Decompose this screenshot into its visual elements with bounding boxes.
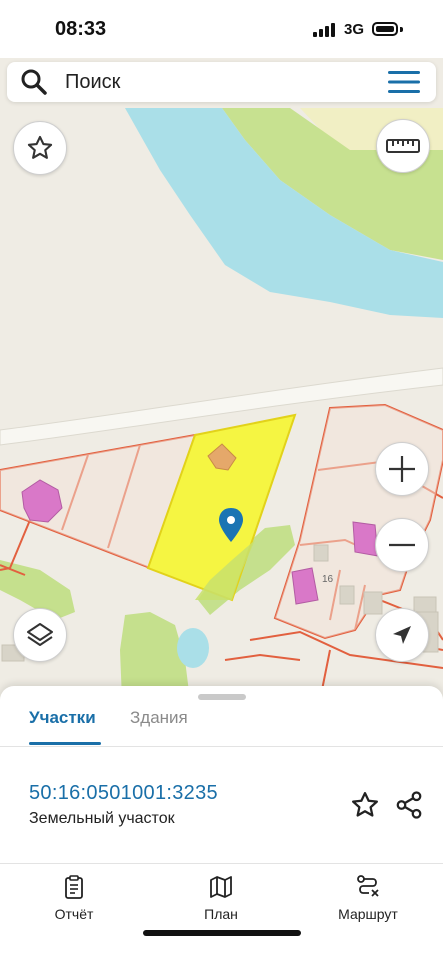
search-input[interactable]: Поиск	[65, 71, 120, 94]
home-indicator[interactable]	[143, 930, 301, 936]
plus-icon	[389, 456, 415, 482]
active-tab-indicator	[29, 742, 101, 745]
nav-report[interactable]: Отчёт	[14, 874, 134, 922]
layers-icon	[27, 623, 53, 646]
battery-icon	[372, 22, 398, 36]
status-bar: 08:33 3G	[0, 0, 443, 58]
location-arrow-icon	[393, 626, 411, 644]
favorites-button[interactable]	[13, 121, 67, 175]
report-icon	[65, 875, 83, 899]
nav-route[interactable]: Маршрут	[308, 874, 428, 922]
nav-route-label: Маршрут	[338, 906, 398, 922]
ruler-icon	[386, 139, 420, 153]
status-time: 08:33	[55, 18, 107, 40]
hamburger-menu-icon[interactable]	[387, 70, 421, 94]
nav-report-label: Отчёт	[54, 906, 94, 922]
minus-icon	[389, 543, 415, 547]
tab-buildings[interactable]: Здания	[130, 708, 188, 728]
search-bar[interactable]: Поиск	[7, 62, 436, 102]
zoom-out-button[interactable]	[375, 518, 429, 572]
my-location-button[interactable]	[375, 608, 429, 662]
house-number: 16	[322, 574, 334, 585]
route-icon	[357, 875, 379, 897]
parcel-bottom-sheet[interactable]: Участки Здания 50:16:0501001:3235 Земель…	[0, 686, 443, 960]
nav-plan-label: План	[204, 906, 238, 922]
network-type: 3G	[344, 21, 365, 38]
map-icon	[210, 876, 232, 898]
parcel-cadastral-number[interactable]: 50:16:0501001:3235	[29, 782, 218, 805]
zoom-in-button[interactable]	[375, 442, 429, 496]
star-outline-icon[interactable]	[350, 790, 380, 820]
star-icon	[27, 135, 53, 159]
tab-parcels[interactable]: Участки	[29, 708, 96, 728]
signal-icon	[313, 23, 337, 37]
layers-button[interactable]	[13, 608, 67, 662]
ruler-button[interactable]	[376, 119, 430, 173]
search-icon[interactable]	[21, 69, 47, 95]
nav-plan[interactable]: План	[161, 874, 281, 922]
battery-tip	[400, 27, 403, 32]
content-divider	[0, 863, 443, 864]
share-icon[interactable]	[394, 790, 424, 820]
parcel-type: Земельный участок	[29, 810, 175, 827]
sheet-drag-handle[interactable]	[198, 694, 246, 700]
tabs-divider	[0, 746, 443, 747]
